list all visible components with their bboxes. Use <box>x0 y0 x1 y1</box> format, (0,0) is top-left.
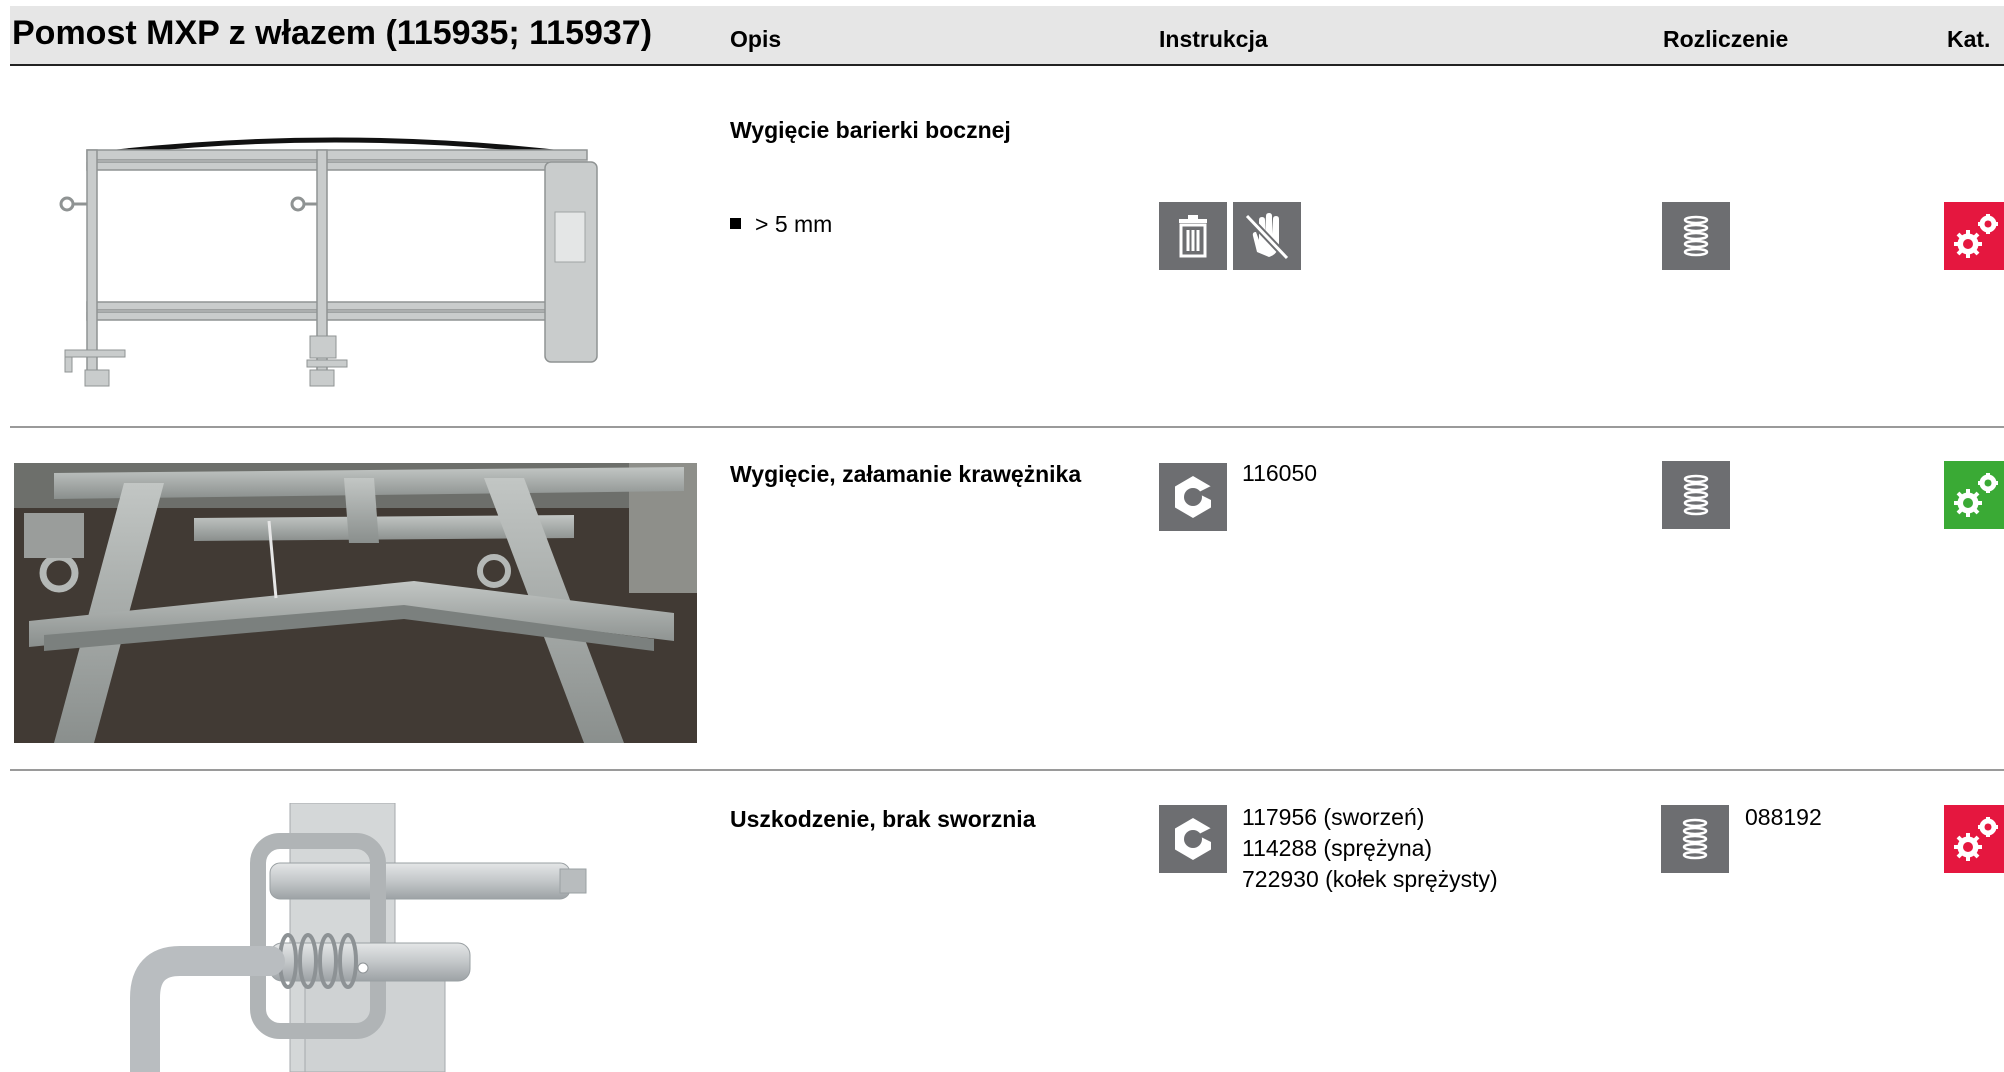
row-2-description: Wygięcie, załamanie krawężnika <box>730 461 1082 487</box>
category-gears-icon-red <box>1944 805 2004 873</box>
kerb-photo <box>14 463 697 743</box>
row-1-criterion: > 5 mm <box>730 211 832 238</box>
page-title: Pomost MXP z włazem (115935; 115937) <box>12 14 653 52</box>
column-header-instrukcja: Instrukcja <box>1159 26 1268 52</box>
stack-icon <box>1662 202 1730 270</box>
bullet-icon <box>730 218 741 230</box>
column-header-kat: Kat. <box>1947 26 1991 52</box>
part-number-spring: 114288 (sprężyna) <box>1242 835 1433 861</box>
category-gears-icon-green <box>1944 461 2004 529</box>
part-number-pin: 117956 (sworzeń) <box>1242 804 1425 830</box>
row-2-part-number: 116050 <box>1242 460 1318 486</box>
row-3-part-numbers: 117956 (sworzeń) 114288 (sprężyna) 72293… <box>1242 802 1498 895</box>
stack-icon <box>1661 805 1729 873</box>
column-header-rozliczenie: Rozliczenie <box>1663 26 1789 52</box>
nut-icon <box>1159 805 1227 873</box>
part-number-spring-pin: 722930 (kołek sprężysty) <box>1242 866 1498 892</box>
row-3-settlement-number: 088192 <box>1745 804 1822 830</box>
pin-drawing <box>120 803 620 1072</box>
row-1-criterion-text: > 5 mm <box>755 211 833 237</box>
row-divider <box>10 769 2004 771</box>
category-gears-icon-red <box>1944 202 2004 270</box>
row-divider <box>10 426 2004 428</box>
no-touch-icon <box>1233 202 1301 270</box>
side-railing-drawing <box>55 130 615 400</box>
stack-icon <box>1662 461 1730 529</box>
nut-icon <box>1159 463 1227 531</box>
row-3-description: Uszkodzenie, brak sworznia <box>730 806 1036 832</box>
trash-icon <box>1159 202 1227 270</box>
column-header-opis: Opis <box>730 26 782 52</box>
row-1-description: Wygięcie barierki bocznej <box>730 117 1011 143</box>
table-header: Pomost MXP z włazem (115935; 115937) Opi… <box>10 6 2004 66</box>
